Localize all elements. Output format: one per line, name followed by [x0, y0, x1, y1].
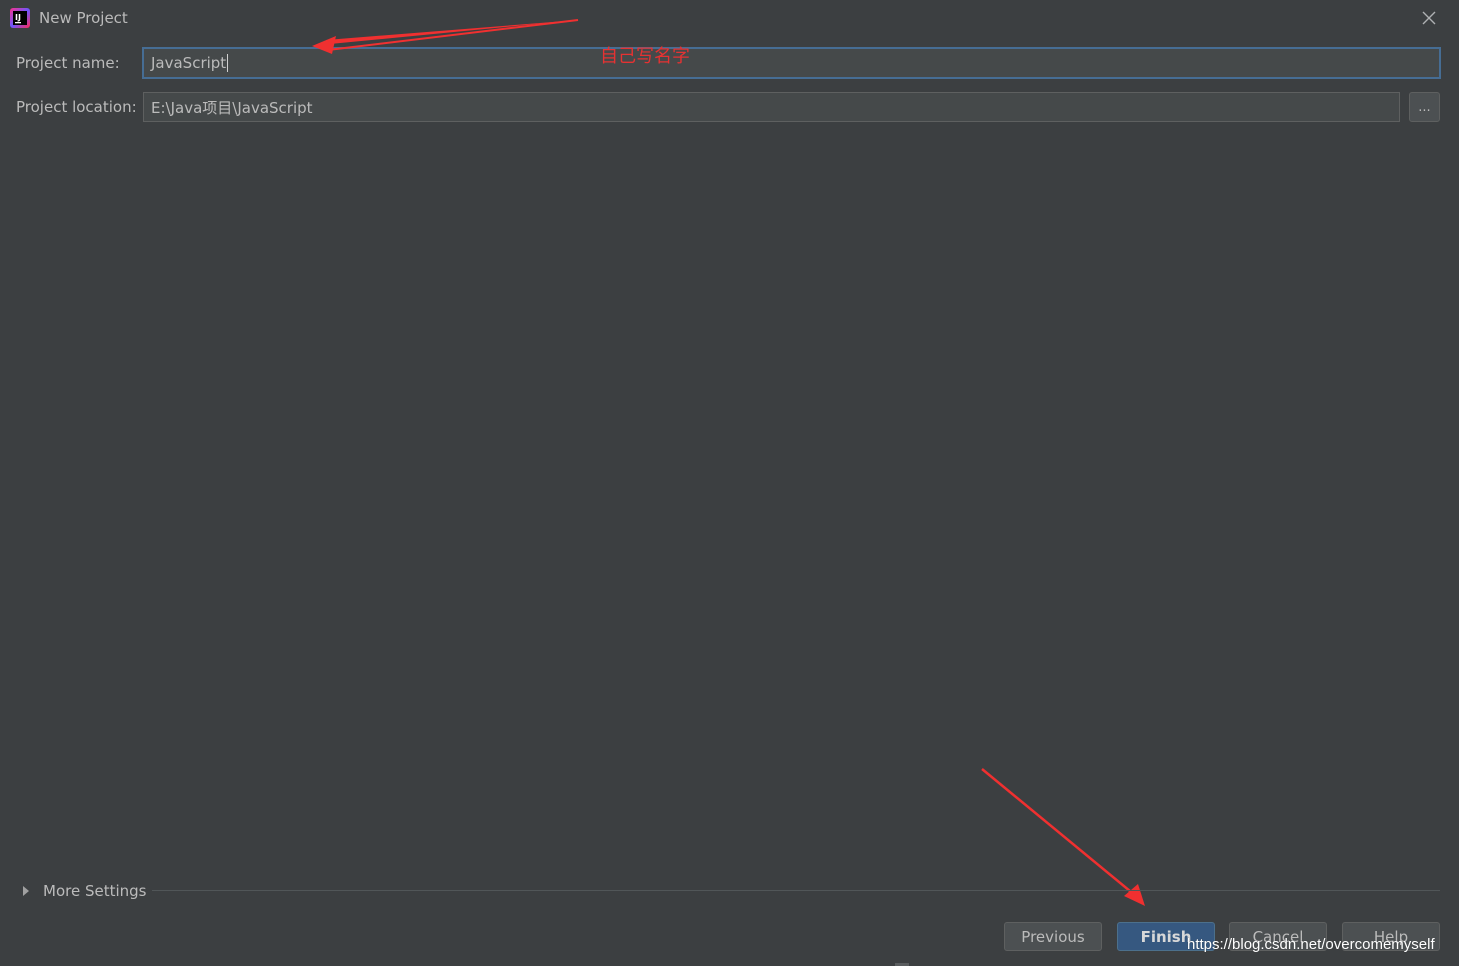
more-settings-toggle[interactable]: More Settings: [20, 880, 146, 902]
annotation-text: 自己写名字: [600, 46, 690, 67]
project-name-field[interactable]: JavaScript: [142, 47, 1441, 79]
project-location-field[interactable]: E:\Java项目\JavaScript: [143, 92, 1400, 122]
svg-text:IJ: IJ: [15, 13, 21, 22]
triangle-right-icon: [23, 886, 29, 896]
intellij-idea-icon: IJ: [10, 8, 30, 28]
more-settings-label: More Settings: [43, 882, 147, 900]
annotation-arrow-finish: [981, 768, 1145, 906]
project-name-label: Project name:: [16, 54, 120, 72]
text-caret: [227, 54, 229, 72]
more-settings-divider: [152, 890, 1440, 891]
window-title: New Project: [39, 9, 128, 27]
project-location-value: E:\Java项目\JavaScript: [151, 98, 313, 117]
project-name-value: JavaScript: [151, 54, 227, 72]
project-location-label: Project location:: [16, 98, 137, 116]
previous-button[interactable]: Previous: [1004, 922, 1102, 951]
close-icon: [1422, 11, 1436, 25]
watermark: https://blog.csdn.net/overcomemyself: [1187, 936, 1435, 953]
browse-button[interactable]: ...: [1409, 92, 1440, 122]
title-bar: IJ New Project: [0, 0, 1459, 36]
close-button[interactable]: [1418, 7, 1440, 29]
annotation-arrows: [312, 19, 1145, 906]
